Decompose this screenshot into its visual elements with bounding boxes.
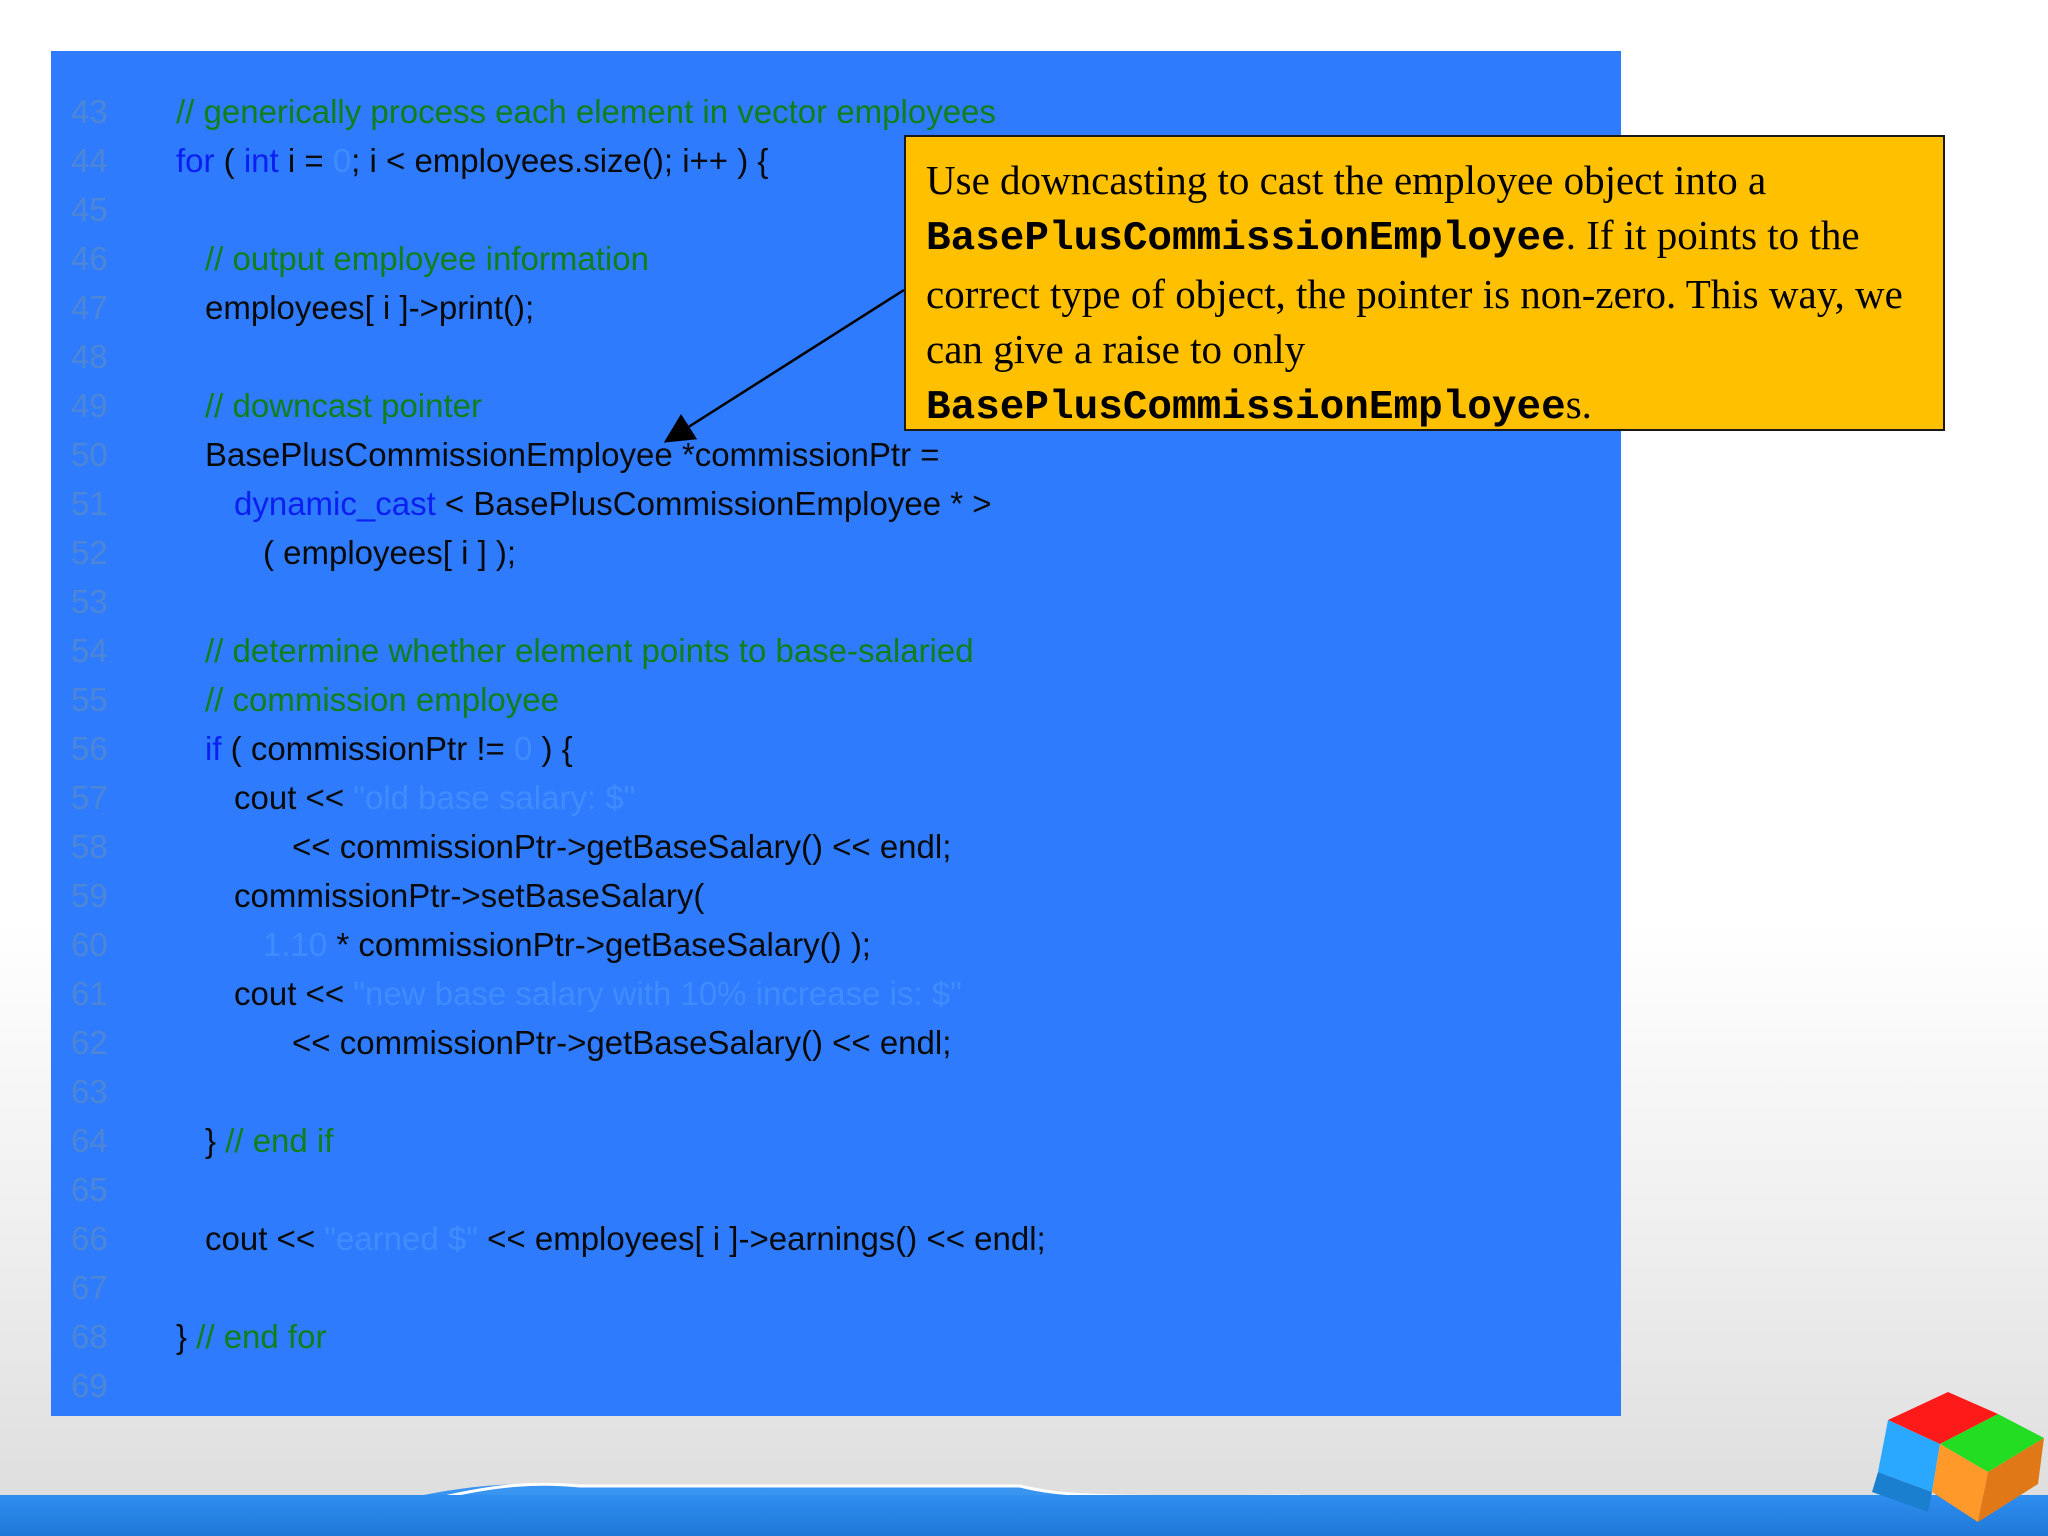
line-number: 59 bbox=[71, 877, 108, 914]
code-token: for bbox=[176, 142, 215, 179]
line-code: 1.10 * commissionPtr->getBaseSalary() ); bbox=[263, 920, 871, 969]
code-token: // end for bbox=[196, 1318, 327, 1355]
callout-code-term: BasePlusCommissionEmployee bbox=[926, 216, 1566, 262]
line-number: 63 bbox=[71, 1073, 108, 1110]
code-token: employees[ i ]->print(); bbox=[205, 289, 535, 326]
line-code: BasePlusCommissionEmployee *commissionPt… bbox=[205, 430, 940, 479]
code-token: "old base salary: $" bbox=[353, 779, 636, 816]
code-token: } bbox=[205, 1122, 226, 1159]
line-code: dynamic_cast < BasePlusCommissionEmploye… bbox=[234, 479, 992, 528]
code-token: // generically process each element in v… bbox=[176, 93, 996, 130]
code-token: 0 bbox=[513, 730, 533, 767]
code-token: 0 bbox=[332, 142, 352, 179]
code-token: "new base salary with 10% increase is: $… bbox=[353, 975, 962, 1012]
line-number: 51 bbox=[71, 485, 108, 522]
line-number: 55 bbox=[71, 681, 108, 718]
line-number: 64 bbox=[71, 1122, 108, 1159]
cube-logo bbox=[1872, 1392, 2044, 1522]
line-code: // determine whether element points to b… bbox=[205, 626, 974, 675]
code-token: << commissionPtr->getBaseSalary() << end… bbox=[292, 1024, 952, 1061]
line-number: 49 bbox=[71, 387, 108, 424]
line-number: 48 bbox=[71, 338, 108, 375]
line-code: if ( commissionPtr != 0 ) { bbox=[205, 724, 573, 773]
line-number: 43 bbox=[71, 93, 108, 130]
line-number: 47 bbox=[71, 289, 108, 326]
callout-box: Use downcasting to cast the employee obj… bbox=[904, 135, 1945, 431]
code-token: if bbox=[205, 730, 222, 767]
code-token: // output employee information bbox=[205, 240, 649, 277]
line-code: // output employee information bbox=[205, 234, 649, 283]
code-token: << employees[ i ]->earnings() << endl; bbox=[477, 1220, 1046, 1257]
code-token: // end if bbox=[225, 1122, 334, 1159]
line-code: << commissionPtr->getBaseSalary() << end… bbox=[292, 822, 951, 871]
line-code: cout << "earned $" << employees[ i ]->ea… bbox=[205, 1214, 1046, 1263]
code-token: << commissionPtr->getBaseSalary() << end… bbox=[292, 828, 952, 865]
callout-text: Use downcasting to cast the employee obj… bbox=[926, 157, 1767, 203]
code-token: "earned $" bbox=[324, 1220, 478, 1257]
line-number: 67 bbox=[71, 1269, 108, 1306]
code-token: ( bbox=[214, 142, 244, 179]
line-number: 44 bbox=[71, 142, 108, 179]
code-token: ; i < employees.size(); i++ ) { bbox=[351, 142, 769, 179]
line-number: 53 bbox=[71, 583, 108, 620]
code-token: < BasePlusCommissionEmployee * > bbox=[435, 485, 992, 522]
code-token: commissionPtr->setBaseSalary( bbox=[234, 877, 705, 914]
line-number: 58 bbox=[71, 828, 108, 865]
callout-text: s. bbox=[1565, 381, 1592, 427]
line-number: 61 bbox=[71, 975, 108, 1012]
callout-code-term: BasePlusCommissionEmployee bbox=[926, 385, 1566, 431]
code-token: i = bbox=[278, 142, 333, 179]
code-token: BasePlusCommissionEmployee *commissionPt… bbox=[205, 436, 940, 473]
line-number: 66 bbox=[71, 1220, 108, 1257]
line-number: 50 bbox=[71, 436, 108, 473]
code-token: cout << bbox=[234, 779, 354, 816]
code-token: cout << bbox=[205, 1220, 325, 1257]
footer-band bbox=[0, 1495, 2048, 1536]
line-number: 68 bbox=[71, 1318, 108, 1355]
line-code: << commissionPtr->getBaseSalary() << end… bbox=[292, 1018, 951, 1067]
code-token: 1.10 bbox=[263, 926, 328, 963]
code-token: dynamic_cast bbox=[234, 485, 436, 522]
line-code: cout << "new base salary with 10% increa… bbox=[234, 969, 962, 1018]
line-code: commissionPtr->setBaseSalary( bbox=[234, 871, 704, 920]
line-number: 57 bbox=[71, 779, 108, 816]
line-code: for ( int i = 0; i < employees.size(); i… bbox=[176, 136, 768, 185]
line-number: 62 bbox=[71, 1024, 108, 1061]
code-token: // downcast pointer bbox=[205, 387, 482, 424]
code-token: * commissionPtr->getBaseSalary() ); bbox=[327, 926, 871, 963]
line-number: 56 bbox=[71, 730, 108, 767]
line-number: 60 bbox=[71, 926, 108, 963]
line-number: 69 bbox=[71, 1367, 108, 1404]
code-token: int bbox=[243, 142, 279, 179]
line-code: // downcast pointer bbox=[205, 381, 482, 430]
code-token: ( employees[ i ] ); bbox=[263, 534, 517, 571]
line-code: } // end if bbox=[205, 1116, 333, 1165]
code-token: ( commissionPtr != bbox=[221, 730, 514, 767]
line-code: } // end for bbox=[176, 1312, 326, 1361]
line-code: // commission employee bbox=[205, 675, 559, 724]
line-number: 54 bbox=[71, 632, 108, 669]
line-number: 52 bbox=[71, 534, 108, 571]
line-code: ( employees[ i ] ); bbox=[263, 528, 516, 577]
code-token: // commission employee bbox=[205, 681, 559, 718]
code-token: // determine whether element points to b… bbox=[205, 632, 974, 669]
line-code: cout << "old base salary: $" bbox=[234, 773, 635, 822]
line-number: 46 bbox=[71, 240, 108, 277]
code-token: } bbox=[176, 1318, 197, 1355]
code-token: ) { bbox=[532, 730, 573, 767]
line-number: 65 bbox=[71, 1171, 108, 1208]
line-code: // generically process each element in v… bbox=[176, 87, 996, 136]
line-code: employees[ i ]->print(); bbox=[205, 283, 534, 332]
code-token: cout << bbox=[234, 975, 354, 1012]
line-number: 45 bbox=[71, 191, 108, 228]
